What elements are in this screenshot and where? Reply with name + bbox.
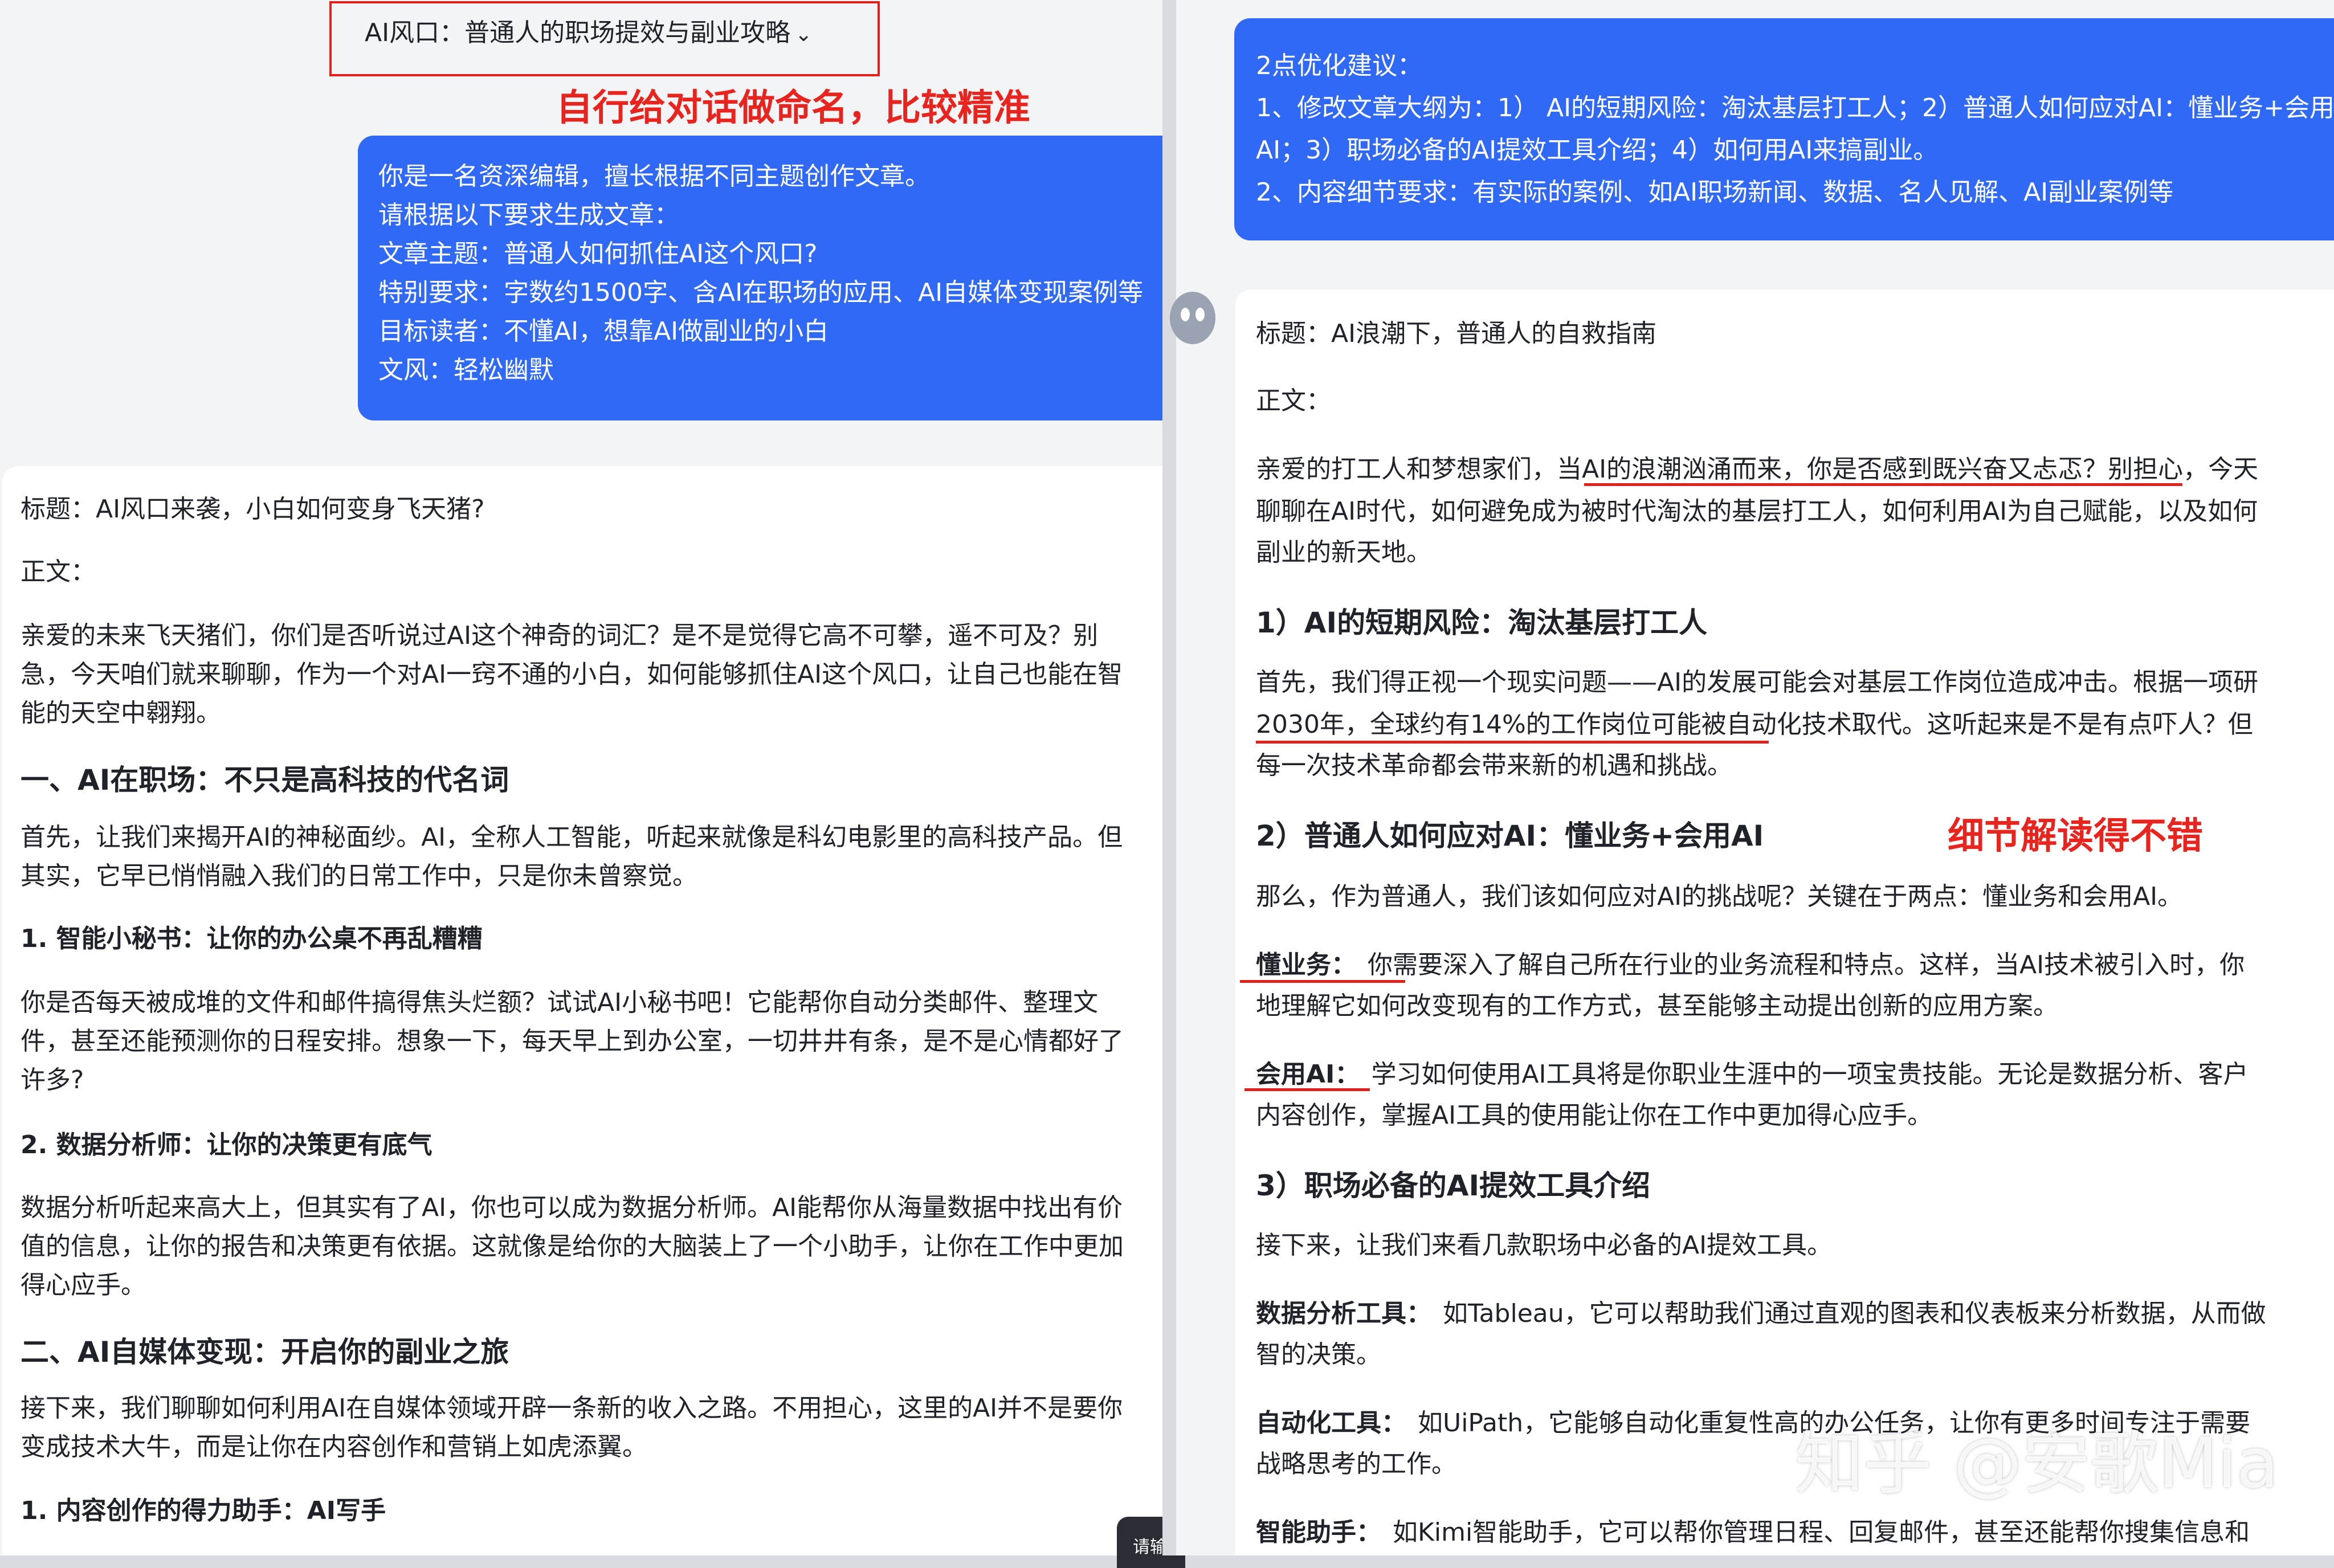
response-body-label: 正文： xyxy=(1256,386,1331,415)
conversation-title: AI风口：普通人的职场提效与副业攻略 xyxy=(365,18,791,47)
red-underline-annotation xyxy=(1240,980,1405,983)
response-body-label: 正文： xyxy=(21,557,96,586)
annotation-naming: 自行给对话做命名，比较精准 xyxy=(556,87,1030,129)
paragraph-line: 每一次技术革命都会带来新的机遇和挑战。 xyxy=(1256,751,1732,780)
right-chat-panel: 2点优化建议： 1、修改文章大纲为：1） AI的短期风险：淘汰基层打工人；2）普… xyxy=(1176,0,2334,1555)
paragraph-line: 首先，让我们来揭开AI的神秘面纱。AI，全称人工智能，听起来就像是科幻电影里的高… xyxy=(21,823,1123,852)
paragraph-line: 能的天空中翱翔。 xyxy=(21,699,221,728)
section-heading: 1）AI的短期风险：淘汰基层打工人 xyxy=(1256,606,1708,639)
paragraph-line: 聊聊在AI时代，如何避免成为被时代淘汰的基层打工人，如何利用AI为自己赋能，以及… xyxy=(1256,497,2258,526)
paragraph-line: 数据分析听起来高大上，但其实有了AI，你也可以成为数据分析师。AI能帮你从海量数… xyxy=(21,1193,1123,1222)
red-underline-annotation xyxy=(1256,741,1769,744)
panel-divider xyxy=(1162,0,1176,1555)
section-heading: 二、AI自媒体变现：开启你的副业之旅 xyxy=(21,1336,509,1369)
paragraph-line: 懂业务： 你需要深入了解自己所在行业的业务流程和特点。这样，当AI技术被引入时，你 xyxy=(1256,946,2245,985)
chevron-down-icon[interactable]: ⌄ xyxy=(795,23,812,46)
conversation-title-dropdown[interactable]: AI风口：普通人的职场提效与副业攻略 ⌄ xyxy=(365,16,812,52)
prompt-line: 2点优化建议： xyxy=(1256,51,1422,80)
subsection-heading: 1. 智能小秘书：让你的办公桌不再乱糟糟 xyxy=(21,924,483,953)
term-label: 会用AI： xyxy=(1256,1060,1360,1089)
paragraph-line: 智的决策。 xyxy=(1256,1340,1381,1369)
paragraph-line: 内容创作，掌握AI工具的使用能让你在工作中更加得心应手。 xyxy=(1256,1101,1933,1130)
user-message-bubble: 你是一名资深编辑，擅长根据不同主题创作文章。 请根据以下要求生成文章： 文章主题… xyxy=(358,136,1162,420)
term-text: 学习如何使用AI工具将是你职业生涯中的一项宝贵技能。无论是数据分析、客户 xyxy=(1371,1060,2249,1089)
paragraph-line: 数据分析工具： 如Tableau，它可以帮助我们通过直观的图表和仪表板来分析数据，… xyxy=(1256,1295,2266,1333)
red-underline-annotation xyxy=(1244,1088,1370,1091)
paragraph-line: 地理解它如何改变现有的工作方式，甚至能够主动提出创新的应用方案。 xyxy=(1256,991,2058,1020)
prompt-line: 文风：轻松幽默 xyxy=(378,356,554,385)
term-label: 自动化工具： xyxy=(1256,1408,1406,1438)
paragraph-line: 你是否每天被成堆的文件和邮件搞得焦头烂额？试试AI小秘书吧！它能帮你自动分类邮件… xyxy=(21,988,1099,1017)
left-chat-panel: AI风口：普通人的职场提效与副业攻略 ⌄ 自行给对话做命名，比较精准 你是一名资深… xyxy=(0,0,1162,1555)
user-message-bubble: 2点优化建议： 1、修改文章大纲为：1） AI的短期风险：淘汰基层打工人；2）普… xyxy=(1234,18,2334,240)
prompt-line: 目标读者：不懂AI，想靠AI做副业的小白 xyxy=(378,317,829,346)
red-underline-annotation xyxy=(1584,483,2182,486)
section-heading: 一、AI在职场：不只是高科技的代名词 xyxy=(21,763,509,797)
paragraph-line: 许多? xyxy=(21,1065,84,1095)
section-heading: 3）职场必备的AI提效工具介绍 xyxy=(1256,1169,1651,1202)
prompt-line: 你是一名资深编辑，擅长根据不同主题创作文章。 xyxy=(378,162,930,191)
paragraph-line: 智能助手： 如Kimi智能助手，它可以帮你管理日程、回复邮件，甚至还能帮你搜集信息… xyxy=(1256,1513,2250,1552)
term-label: 数据分析工具： xyxy=(1256,1299,1431,1328)
paragraph-line: 2030年，全球约有14%的工作岗位可能被自动化技术取代。这听起来是不是有点吓人… xyxy=(1256,710,2253,739)
subsection-heading: 1. 内容创作的得力助手：AI写手 xyxy=(21,1496,386,1525)
paragraph-line: 件，甚至还能预测你的日程安排。想象一下，每天早上到办公室，一切井井有条，是不是心… xyxy=(21,1027,1124,1056)
paragraph-line: 急，今天咱们就来聊聊，作为一个对AI一窍不通的小白，如何能够抓住AI这个风口，让… xyxy=(21,660,1123,689)
term-label: 智能助手： xyxy=(1256,1518,1381,1547)
response-title: 标题：AI风口来袭，小白如何变身飞天猪? xyxy=(21,495,485,524)
subsection-heading: 2. 数据分析师：让你的决策更有底气 xyxy=(21,1130,432,1159)
paragraph-line: 得心应手。 xyxy=(21,1271,146,1300)
paragraph-line: 接下来，我们聊聊如何利用AI在自媒体领域开辟一条新的收入之路。不用担心，这里的A… xyxy=(21,1394,1123,1423)
term-text: 如Tableau，它可以帮助我们通过直观的图表和仪表板来分析数据，从而做 xyxy=(1443,1299,2266,1328)
prompt-line: 2、内容细节要求：有实际的案例、如AI职场新闻、数据、名人见解、AI副业案例等 xyxy=(1256,178,2174,207)
term-text: 如Kimi智能助手，它可以帮你管理日程、回复邮件，甚至还能帮你搜集信息和 xyxy=(1393,1518,2250,1547)
prompt-line: 1、修改文章大纲为：1） AI的短期风险：淘汰基层打工人；2）普通人如何应对AI… xyxy=(1256,93,2334,122)
response-title: 标题：AI浪潮下，普通人的自救指南 xyxy=(1256,319,1657,348)
paragraph-line: 首先，我们得正视一个现实问题——AI的发展可能会对基层工作岗位造成冲击。根据一项… xyxy=(1256,668,2259,697)
paragraph-line: 副业的新天地。 xyxy=(1256,538,1431,567)
paragraph-line: 亲爱的未来飞天猪们，你们是否听说过AI这个神奇的词汇？是不是觉得它高不可攀，遥不… xyxy=(21,621,1099,650)
prompt-line: 文章主题：普通人如何抓住AI这个风口? xyxy=(378,239,818,268)
paragraph-line: 那么，作为普通人，我们该如何应对AI的挑战呢？关键在于两点：懂业务和会用AI。 xyxy=(1256,882,2183,911)
assistant-avatar-icon xyxy=(1167,289,1218,346)
prompt-line: 特别要求：字数约1500字、含AI在职场的应用、AI自媒体变现案例等 xyxy=(378,278,1144,307)
prompt-line: 请根据以下要求生成文章： xyxy=(378,201,679,230)
prompt-line: AI；3）职场必备的AI提效工具介绍；4）如何用AI来搞副业。 xyxy=(1256,136,1939,165)
watermark: 知乎 @安歌Mia xyxy=(1795,1424,2279,1504)
paragraph-line: 接下来，让我们来看几款职场中必备的AI提效工具。 xyxy=(1256,1231,1833,1260)
paragraph-line: 值的信息，让你的报告和决策更有依据。这就像是给你的大脑装上了一个小助手，让你在工… xyxy=(21,1232,1124,1261)
paragraph-line: 其实，它早已悄悄融入我们的日常工作中，只是你未曾察觉。 xyxy=(21,861,697,891)
annotation-detail: 细节解读得不错 xyxy=(1948,815,2203,858)
term-label: 懂业务： xyxy=(1256,950,1356,979)
paragraph-line: 变成技术大牛，而是让你在内容创作和营销上如虎添翼。 xyxy=(21,1432,647,1461)
paragraph-line: 会用AI： 学习如何使用AI工具将是你职业生涯中的一项宝贵技能。无论是数据分析、客… xyxy=(1256,1055,2249,1094)
paragraph-line: 战略思考的工作。 xyxy=(1256,1449,1456,1479)
section-heading: 2）普通人如何应对AI：懂业务+会用AI xyxy=(1256,819,1764,852)
term-text: 你需要深入了解自己所在行业的业务流程和特点。这样，当AI技术被引入时，你 xyxy=(1368,950,2245,979)
